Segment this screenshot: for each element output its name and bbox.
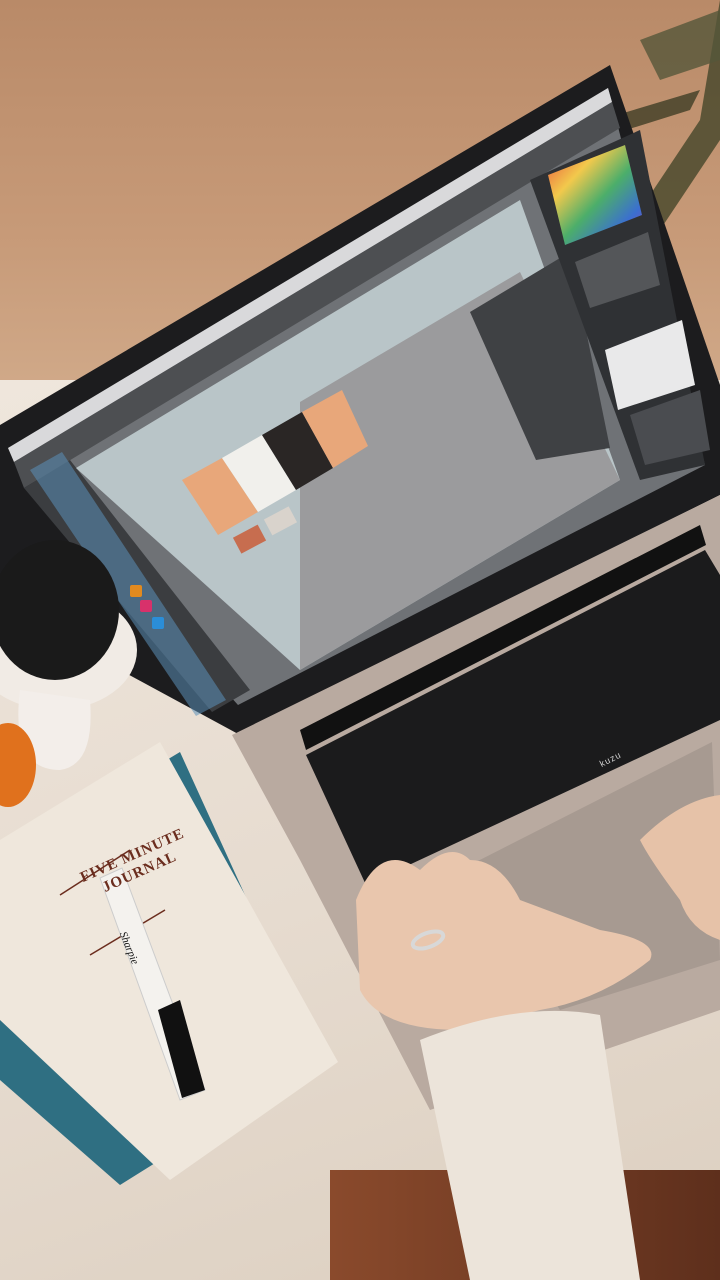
adobe-photoshop-icon[interactable] <box>152 617 164 629</box>
photo-scene: FIVE MINUTE JOURNAL Sharpie kuzu <box>0 0 720 1280</box>
adobe-illustrator-icon[interactable] <box>130 585 142 597</box>
scene-drawing <box>0 0 720 1280</box>
adobe-indesign-icon[interactable] <box>140 600 152 612</box>
sweater-sleeve <box>420 1010 640 1280</box>
